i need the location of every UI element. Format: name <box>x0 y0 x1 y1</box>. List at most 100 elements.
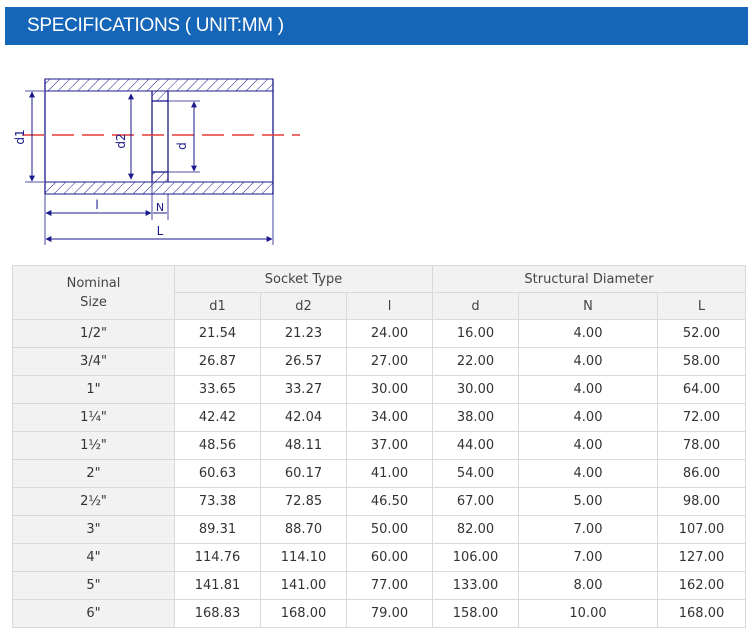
cell-d2: 141.00 <box>260 571 347 600</box>
cell-d: 16.00 <box>432 319 519 348</box>
column-header-n: N <box>518 292 658 320</box>
cell-d: 133.00 <box>432 571 519 600</box>
header-bar: SPECIFICATIONS ( UNIT:MM ) <box>5 7 748 45</box>
L-label: L <box>157 224 164 238</box>
n-label: N <box>156 201 164 214</box>
cell-L: 98.00 <box>657 487 746 516</box>
d1-dimension: d1 <box>13 90 44 183</box>
table-row: 1/2" 21.54 21.23 24.00 16.00 4.00 52.00 <box>12 319 746 348</box>
cell-d: 30.00 <box>432 375 519 404</box>
cell-d1: 141.81 <box>174 571 261 600</box>
cell-d1: 48.56 <box>174 431 261 460</box>
d2-label: d2 <box>114 133 128 148</box>
table-row: 3/4" 26.87 26.57 27.00 22.00 4.00 58.00 <box>12 347 746 376</box>
column-header-d1: d1 <box>174 292 261 320</box>
cell-N: 10.00 <box>518 599 658 628</box>
nominal-size-cell: 3" <box>12 515 175 544</box>
nominal-size-cell: 2" <box>12 459 175 488</box>
nominal-size-cell: 3/4" <box>12 347 175 376</box>
cell-d1: 89.31 <box>174 515 261 544</box>
cell-l: 37.00 <box>346 431 433 460</box>
d1-label: d1 <box>13 129 27 144</box>
nominal-size-cell: 4" <box>12 543 175 572</box>
structural-diameter-header: Structural Diameter <box>432 265 746 293</box>
cell-N: 7.00 <box>518 515 658 544</box>
cell-d2: 60.17 <box>260 459 347 488</box>
cell-l: 46.50 <box>346 487 433 516</box>
cell-N: 8.00 <box>518 571 658 600</box>
cell-l: 24.00 <box>346 319 433 348</box>
nominal-size-cell: 1/2" <box>12 319 175 348</box>
cell-L: 72.00 <box>657 403 746 432</box>
cell-L: 52.00 <box>657 319 746 348</box>
socket-type-header: Socket Type <box>174 265 433 293</box>
table-row: 4" 114.76 114.10 60.00 106.00 7.00 127.00 <box>12 543 746 572</box>
column-header-d: d <box>432 292 519 320</box>
pipe-socket-diagram: d1 d2 d l N L <box>13 78 300 245</box>
nominal-size-cell: 2½" <box>12 487 175 516</box>
cell-l: 60.00 <box>346 543 433 572</box>
cell-N: 7.00 <box>518 543 658 572</box>
cell-d2: 168.00 <box>260 599 347 628</box>
cell-l: 30.00 <box>346 375 433 404</box>
d2-dimension: d2 <box>114 93 134 180</box>
cell-d1: 168.83 <box>174 599 261 628</box>
cell-N: 4.00 <box>518 347 658 376</box>
table-body: 1/2" 21.54 21.23 24.00 16.00 4.00 52.00 3/4" 26.… <box>12 319 746 628</box>
cell-N: 4.00 <box>518 319 658 348</box>
cell-d1: 60.63 <box>174 459 261 488</box>
d-dimension: d <box>168 100 200 173</box>
cell-N: 4.00 <box>518 403 658 432</box>
cell-d1: 26.87 <box>174 347 261 376</box>
nominal-size-header: Nominal Size <box>12 265 175 320</box>
column-header-d2: d2 <box>260 292 347 320</box>
cell-d1: 21.54 <box>174 319 261 348</box>
cell-L: 86.00 <box>657 459 746 488</box>
cell-l: 34.00 <box>346 403 433 432</box>
cell-d: 67.00 <box>432 487 519 516</box>
cell-L: 107.00 <box>657 515 746 544</box>
cell-N: 4.00 <box>518 431 658 460</box>
table-row: 3" 89.31 88.70 50.00 82.00 7.00 107.00 <box>12 515 746 544</box>
cell-d: 54.00 <box>432 459 519 488</box>
cell-L: 162.00 <box>657 571 746 600</box>
cell-d: 44.00 <box>432 431 519 460</box>
cell-d2: 42.04 <box>260 403 347 432</box>
cell-d2: 88.70 <box>260 515 347 544</box>
table-row: 1" 33.65 33.27 30.00 30.00 4.00 64.00 <box>12 375 746 404</box>
table-row: 1½" 48.56 48.11 37.00 44.00 4.00 78.00 <box>12 431 746 460</box>
nominal-size-cell: 1½" <box>12 431 175 460</box>
cell-d2: 114.10 <box>260 543 347 572</box>
cell-L: 127.00 <box>657 543 746 572</box>
nominal-size-cell: 5" <box>12 571 175 600</box>
pipe-walls <box>44 78 274 195</box>
cell-N: 4.00 <box>518 375 658 404</box>
cell-d2: 33.27 <box>260 375 347 404</box>
table-row: 5" 141.81 141.00 77.00 133.00 8.00 162.00 <box>12 571 746 600</box>
cell-d: 22.00 <box>432 347 519 376</box>
cell-N: 5.00 <box>518 487 658 516</box>
cell-d: 106.00 <box>432 543 519 572</box>
cell-d1: 42.42 <box>174 403 261 432</box>
cell-l: 77.00 <box>346 571 433 600</box>
cell-d2: 21.23 <box>260 319 347 348</box>
table-row: 1¼" 42.42 42.04 34.00 38.00 4.00 72.00 <box>12 403 746 432</box>
column-header-L: L <box>657 292 746 320</box>
cell-L: 78.00 <box>657 431 746 460</box>
d-label: d <box>175 142 189 150</box>
cell-d2: 72.85 <box>260 487 347 516</box>
cell-L: 64.00 <box>657 375 746 404</box>
table-row: 2" 60.63 60.17 41.00 54.00 4.00 86.00 <box>12 459 746 488</box>
cell-N: 4.00 <box>518 459 658 488</box>
table-row: 6" 168.83 168.00 79.00 158.00 10.00 168.00 <box>12 599 746 628</box>
cell-d2: 26.57 <box>260 347 347 376</box>
nominal-size-cell: 1" <box>12 375 175 404</box>
nominal-size-cell: 6" <box>12 599 175 628</box>
cell-l: 27.00 <box>346 347 433 376</box>
table-row: 2½" 73.38 72.85 46.50 67.00 5.00 98.00 <box>12 487 746 516</box>
cell-d1: 114.76 <box>174 543 261 572</box>
cell-d1: 73.38 <box>174 487 261 516</box>
cell-d: 82.00 <box>432 515 519 544</box>
cell-d2: 48.11 <box>260 431 347 460</box>
nominal-size-cell: 1¼" <box>12 403 175 432</box>
